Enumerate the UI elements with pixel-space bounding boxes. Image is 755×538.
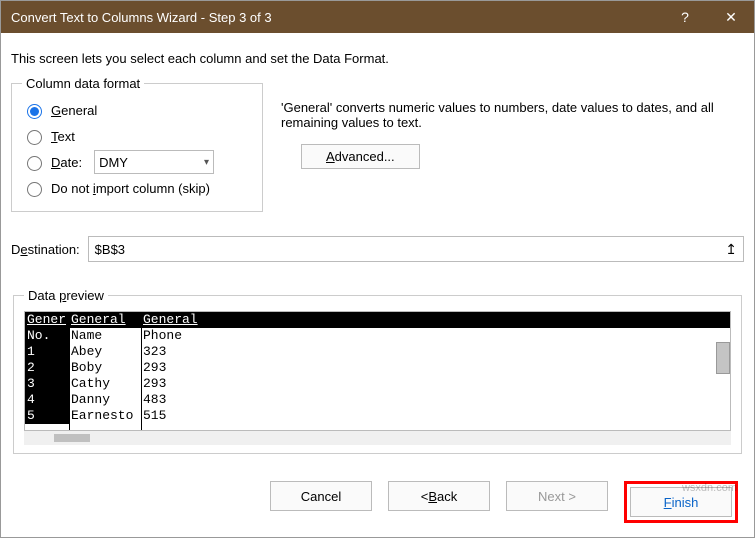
radio-text-label: Text	[51, 129, 75, 144]
preview-cell: 2	[25, 360, 69, 376]
instruction-text: This screen lets you select each column …	[11, 51, 744, 66]
format-description: 'General' converts numeric values to num…	[281, 100, 744, 130]
preview-cell: 293	[141, 376, 730, 392]
radio-date-label: Date:	[51, 155, 82, 170]
preview-cell: 323	[141, 344, 730, 360]
dialog-window: Convert Text to Columns Wizard - Step 3 …	[0, 0, 755, 538]
preview-cell: Danny	[69, 392, 141, 408]
format-description-area: 'General' converts numeric values to num…	[281, 76, 744, 169]
button-row: Cancel < Back Next > Finish	[1, 467, 754, 537]
preview-cell: 483	[141, 392, 730, 408]
radio-text-row[interactable]: Text	[22, 123, 252, 149]
radio-general-label: General	[51, 103, 97, 118]
top-row: Column data format General Text Date: DM…	[11, 76, 744, 212]
next-button: Next >	[506, 481, 608, 511]
radio-text[interactable]	[27, 130, 42, 145]
finish-highlight: Finish	[624, 481, 738, 523]
chevron-down-icon: ▾	[204, 157, 209, 168]
preview-row: 2 Boby 293	[25, 360, 730, 376]
window-title: Convert Text to Columns Wizard - Step 3 …	[11, 10, 662, 25]
data-preview-group: Data preview Gener General General No. N…	[13, 288, 742, 454]
preview-row: 3 Cathy 293	[25, 376, 730, 392]
back-button[interactable]: < Back	[388, 481, 490, 511]
radio-date[interactable]	[27, 156, 42, 171]
finish-button[interactable]: Finish	[630, 487, 732, 517]
date-format-value: DMY	[99, 155, 128, 170]
preview-header: General	[69, 312, 141, 328]
close-button[interactable]: ✕	[708, 1, 754, 33]
preview-row: 4 Danny 483	[25, 392, 730, 408]
preview-row: No. Name Phone	[25, 328, 730, 344]
titlebar: Convert Text to Columns Wizard - Step 3 …	[1, 1, 754, 33]
preview-cell: No.	[25, 328, 69, 344]
preview-cell: 1	[25, 344, 69, 360]
horizontal-scrollbar[interactable]	[24, 431, 731, 445]
date-format-select[interactable]: DMY ▾	[94, 150, 214, 174]
preview-cell: Cathy	[69, 376, 141, 392]
preview-header: Gener	[25, 312, 69, 328]
preview-cell: 3	[25, 376, 69, 392]
radio-skip-label: Do not import column (skip)	[51, 181, 210, 196]
destination-input[interactable]: $B$3 ↥	[88, 236, 744, 262]
preview-header-row: Gener General General	[25, 312, 730, 328]
preview-header: General	[141, 312, 730, 328]
column-divider[interactable]	[141, 312, 142, 430]
column-data-format-group: Column data format General Text Date: DM…	[11, 76, 263, 212]
radio-general[interactable]	[27, 104, 42, 119]
preview-row: 5 Earnesto 515	[25, 408, 730, 424]
preview-cell: 5	[25, 408, 69, 424]
preview-cell: Phone	[141, 328, 730, 344]
radio-general-row[interactable]: General	[22, 97, 252, 123]
preview-row: 1 Abey 323	[25, 344, 730, 360]
destination-row: Destination: $B$3 ↥	[11, 236, 744, 262]
advanced-button[interactable]: Advanced...	[301, 144, 420, 169]
data-preview-legend: Data preview	[24, 288, 108, 303]
range-picker-icon[interactable]: ↥	[725, 241, 737, 258]
scrollbar-thumb[interactable]	[54, 434, 90, 442]
preview-grid[interactable]: Gener General General No. Name Phone 1 A…	[24, 311, 731, 431]
radio-skip-row[interactable]: Do not import column (skip)	[22, 175, 252, 201]
preview-cell: Abey	[69, 344, 141, 360]
preview-cell: Name	[69, 328, 141, 344]
destination-label: Destination:	[11, 242, 80, 257]
column-divider[interactable]	[69, 312, 70, 430]
radio-date-row[interactable]: Date: DMY ▾	[22, 149, 252, 175]
preview-cell: 293	[141, 360, 730, 376]
destination-value: $B$3	[95, 242, 125, 257]
cancel-button[interactable]: Cancel	[270, 481, 372, 511]
preview-cell: 515	[141, 408, 730, 424]
help-button[interactable]: ?	[662, 1, 708, 33]
preview-cell: Boby	[69, 360, 141, 376]
dialog-content: This screen lets you select each column …	[1, 33, 754, 467]
vertical-scrollbar[interactable]	[716, 342, 730, 374]
preview-cell: Earnesto	[69, 408, 141, 424]
column-data-format-legend: Column data format	[22, 76, 144, 91]
preview-cell: 4	[25, 392, 69, 408]
radio-skip[interactable]	[27, 182, 42, 197]
